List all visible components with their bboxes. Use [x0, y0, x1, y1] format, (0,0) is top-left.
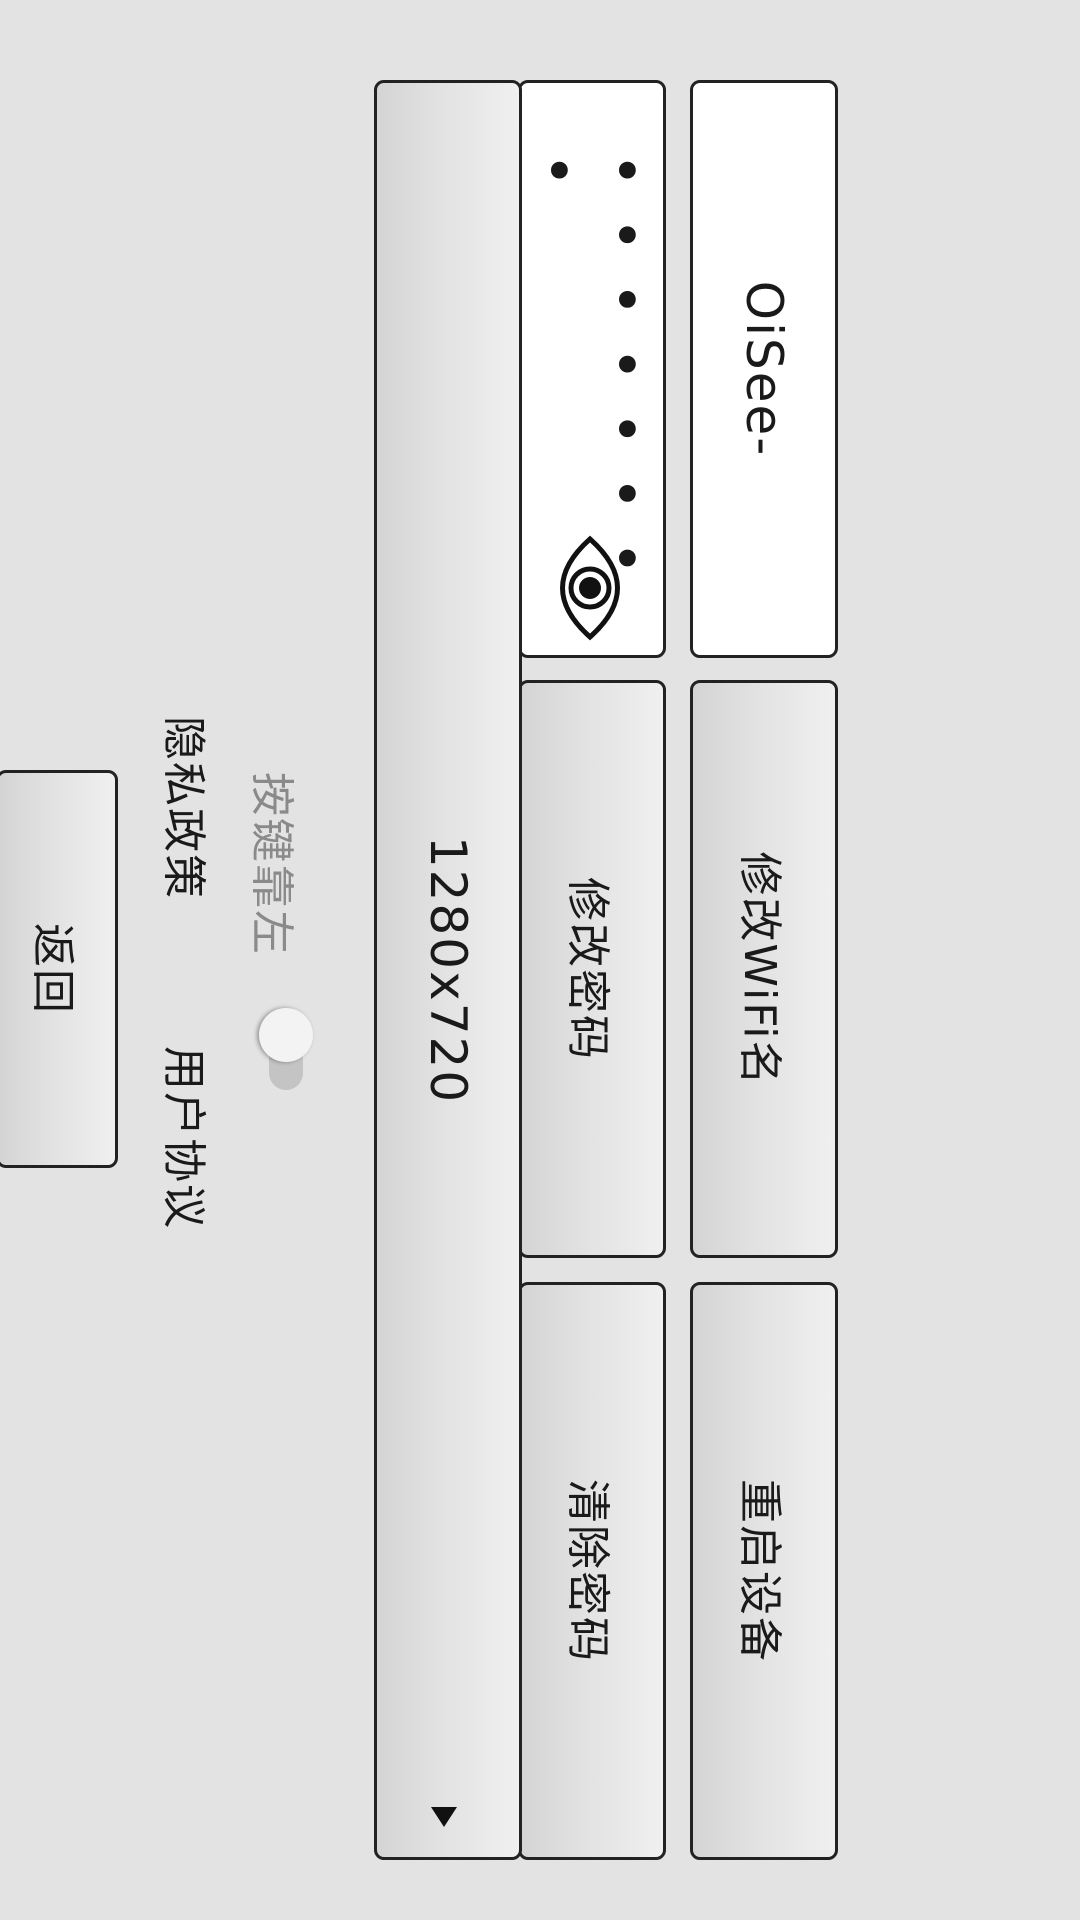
clear-password-label: 清除密码	[562, 1479, 613, 1663]
change-wifi-name-button[interactable]: 修改WiFi名	[690, 680, 838, 1258]
toggle-knob	[259, 1008, 313, 1062]
back-button[interactable]: 返回	[0, 770, 118, 1168]
resolution-select[interactable]: 1280x720	[374, 80, 522, 1860]
eye-icon[interactable]	[545, 533, 635, 643]
change-password-button[interactable]: 修改密码	[518, 680, 666, 1258]
back-label: 返回	[27, 923, 78, 1015]
landscape-stage: OiSee- 修改WiFi名 重启设备 • • • • • • • • 修改密码…	[0, 0, 1080, 1920]
restart-device-label: 重启设备	[734, 1479, 785, 1663]
clear-password-button[interactable]: 清除密码	[518, 1282, 666, 1860]
user-agreement-link[interactable]: 用户协议	[156, 1046, 220, 1230]
change-wifi-name-label: 修改WiFi名	[734, 851, 785, 1087]
screen: OiSee- 修改WiFi名 重启设备 • • • • • • • • 修改密码…	[0, 0, 1080, 1920]
change-password-label: 修改密码	[562, 877, 613, 1061]
ssid-field[interactable]: OiSee-	[690, 80, 838, 658]
privacy-policy-link[interactable]: 隐私政策	[156, 716, 220, 900]
restart-device-button[interactable]: 重启设备	[690, 1282, 838, 1860]
resolution-value: 1280x720	[419, 835, 477, 1105]
ssid-value: OiSee-	[735, 280, 793, 458]
password-field[interactable]: • • • • • • • •	[518, 80, 666, 658]
keys-left-toggle[interactable]	[259, 1008, 313, 1092]
keys-left-label: 按键靠左	[246, 772, 297, 956]
dropdown-arrow-icon	[431, 1807, 457, 1827]
